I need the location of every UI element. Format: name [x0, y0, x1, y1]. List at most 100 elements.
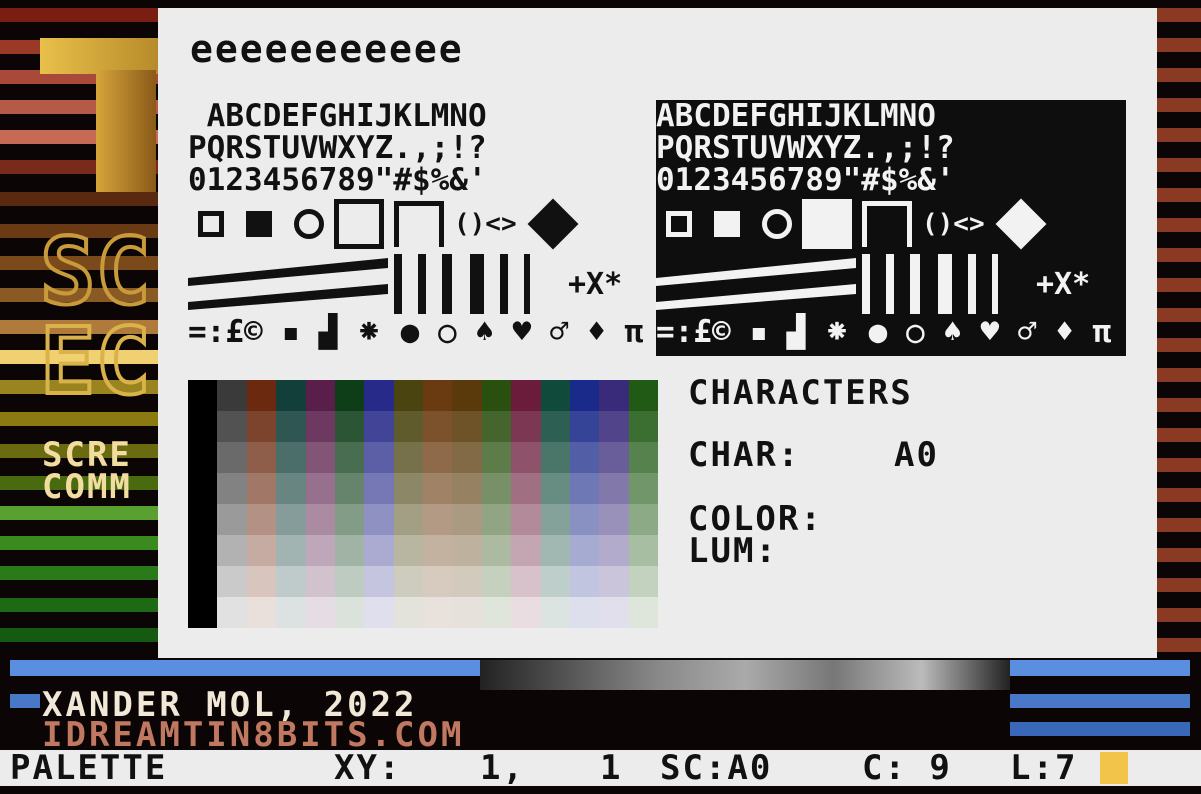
palette-cell[interactable] [511, 504, 541, 535]
palette-cell[interactable] [305, 442, 335, 473]
palette-cell[interactable] [628, 380, 658, 411]
palette-cell[interactable] [599, 411, 629, 442]
palette-cell[interactable] [599, 597, 629, 628]
charset-row[interactable]: ABCDEFGHIJKLMNO [188, 100, 658, 132]
palette-cell[interactable] [276, 535, 306, 566]
palette-cell[interactable] [540, 411, 570, 442]
palette-cell[interactable] [452, 504, 482, 535]
palette-cell[interactable] [511, 473, 541, 504]
palette-cell[interactable] [511, 442, 541, 473]
square-outline-icon[interactable] [666, 211, 692, 237]
palette-cell[interactable] [393, 504, 423, 535]
graphics-row-inverse[interactable]: ()<> [656, 196, 1126, 252]
palette-cell[interactable] [217, 566, 247, 597]
palette-cell[interactable] [217, 473, 247, 504]
palette-cell[interactable] [481, 473, 512, 504]
palette-cell[interactable] [481, 411, 512, 442]
palette-cell[interactable] [511, 566, 541, 597]
palette-cell[interactable] [334, 566, 365, 597]
palette-cell[interactable] [540, 535, 570, 566]
palette-cell[interactable] [364, 597, 394, 628]
palette-cell[interactable] [188, 380, 218, 411]
palette-cell[interactable] [569, 504, 600, 535]
vertical-bars-icon[interactable] [856, 254, 1036, 314]
palette-cell[interactable] [481, 535, 512, 566]
palette-cell[interactable] [305, 566, 335, 597]
palette-cell[interactable] [246, 566, 277, 597]
charset-row[interactable]: 0123456789"#$%&' [188, 164, 658, 196]
palette-cell[interactable] [423, 473, 453, 504]
circle-outline-icon[interactable] [762, 209, 792, 239]
palette-cell[interactable] [393, 380, 423, 411]
palette-cell[interactable] [599, 566, 629, 597]
palette-cell[interactable] [628, 473, 658, 504]
palette-cell[interactable] [188, 566, 218, 597]
square-outline-icon[interactable] [198, 211, 224, 237]
palette-cell[interactable] [217, 442, 247, 473]
palette-cell[interactable] [246, 535, 277, 566]
palette-cell[interactable] [305, 597, 335, 628]
palette-cell[interactable] [393, 566, 423, 597]
palette-cell[interactable] [364, 473, 394, 504]
charset-row[interactable]: =:£© ▪ ▟ ⁕ ● ○ ♠ ♥ ♂ ♦ π [188, 316, 658, 348]
palette-cell[interactable] [423, 597, 453, 628]
graphics-row-lines[interactable]: +X* [188, 252, 658, 316]
palette-cell[interactable] [540, 473, 570, 504]
palette-cell[interactable] [452, 442, 482, 473]
palette-cell[interactable] [452, 535, 482, 566]
palette-cell[interactable] [393, 473, 423, 504]
palette-cell[interactable] [511, 597, 541, 628]
palette-cell[interactable] [217, 504, 247, 535]
slope-lines-icon[interactable] [188, 254, 388, 314]
square-filled-icon[interactable] [714, 211, 740, 237]
palette-cell[interactable] [599, 380, 629, 411]
palette-cell[interactable] [599, 473, 629, 504]
plus-x-icon[interactable]: +X* [1036, 267, 1090, 302]
palette-cell[interactable] [246, 380, 277, 411]
palette-cell[interactable] [423, 442, 453, 473]
palette-cell[interactable] [481, 504, 512, 535]
palette-cell[interactable] [423, 504, 453, 535]
palette-cell[interactable] [276, 473, 306, 504]
palette-cell[interactable] [364, 566, 394, 597]
palette-cell[interactable] [569, 535, 600, 566]
palette-cell[interactable] [364, 504, 394, 535]
palette-cell[interactable] [628, 566, 658, 597]
palette-cell[interactable] [569, 597, 600, 628]
palette-cell[interactable] [188, 535, 218, 566]
palette-cell[interactable] [569, 442, 600, 473]
palette-cell[interactable] [452, 597, 482, 628]
palette-cell[interactable] [540, 442, 570, 473]
palette-cell[interactable] [628, 442, 658, 473]
symbols-text[interactable]: =:£© [656, 314, 731, 350]
palette-cell[interactable] [511, 380, 541, 411]
palette-cell[interactable] [452, 411, 482, 442]
palette-cell[interactable] [305, 535, 335, 566]
diamond-icon[interactable] [527, 198, 579, 250]
palette-cell[interactable] [188, 411, 218, 442]
palette-cell[interactable] [188, 597, 218, 628]
palette-cell[interactable] [481, 380, 512, 411]
palette-cell[interactable] [423, 566, 453, 597]
palette-cell[interactable] [334, 504, 365, 535]
palette-cell[interactable] [217, 535, 247, 566]
brackets-icon[interactable]: ()<> [454, 211, 517, 237]
palette-cell[interactable] [334, 442, 365, 473]
palette-cell[interactable] [364, 380, 394, 411]
palette-cell[interactable] [540, 380, 570, 411]
palette-cell[interactable] [305, 473, 335, 504]
large-square-icon[interactable] [334, 199, 384, 249]
tee-box-icon[interactable] [394, 201, 444, 247]
circle-outline-icon[interactable] [294, 209, 324, 239]
website-link[interactable]: IDREAMTIN8BITS.COM [42, 718, 464, 752]
palette-cell[interactable] [452, 566, 482, 597]
palette-cell[interactable] [599, 504, 629, 535]
palette-cell[interactable] [276, 380, 306, 411]
palette-cell[interactable] [217, 597, 247, 628]
diamond-icon[interactable] [995, 198, 1047, 250]
palette-cell[interactable] [569, 380, 600, 411]
charset-inverse-row[interactable]: ABCDEFGHIJKLMNO [656, 100, 1126, 132]
palette-cell[interactable] [334, 597, 365, 628]
palette-cell[interactable] [481, 442, 512, 473]
palette-cell[interactable] [511, 411, 541, 442]
